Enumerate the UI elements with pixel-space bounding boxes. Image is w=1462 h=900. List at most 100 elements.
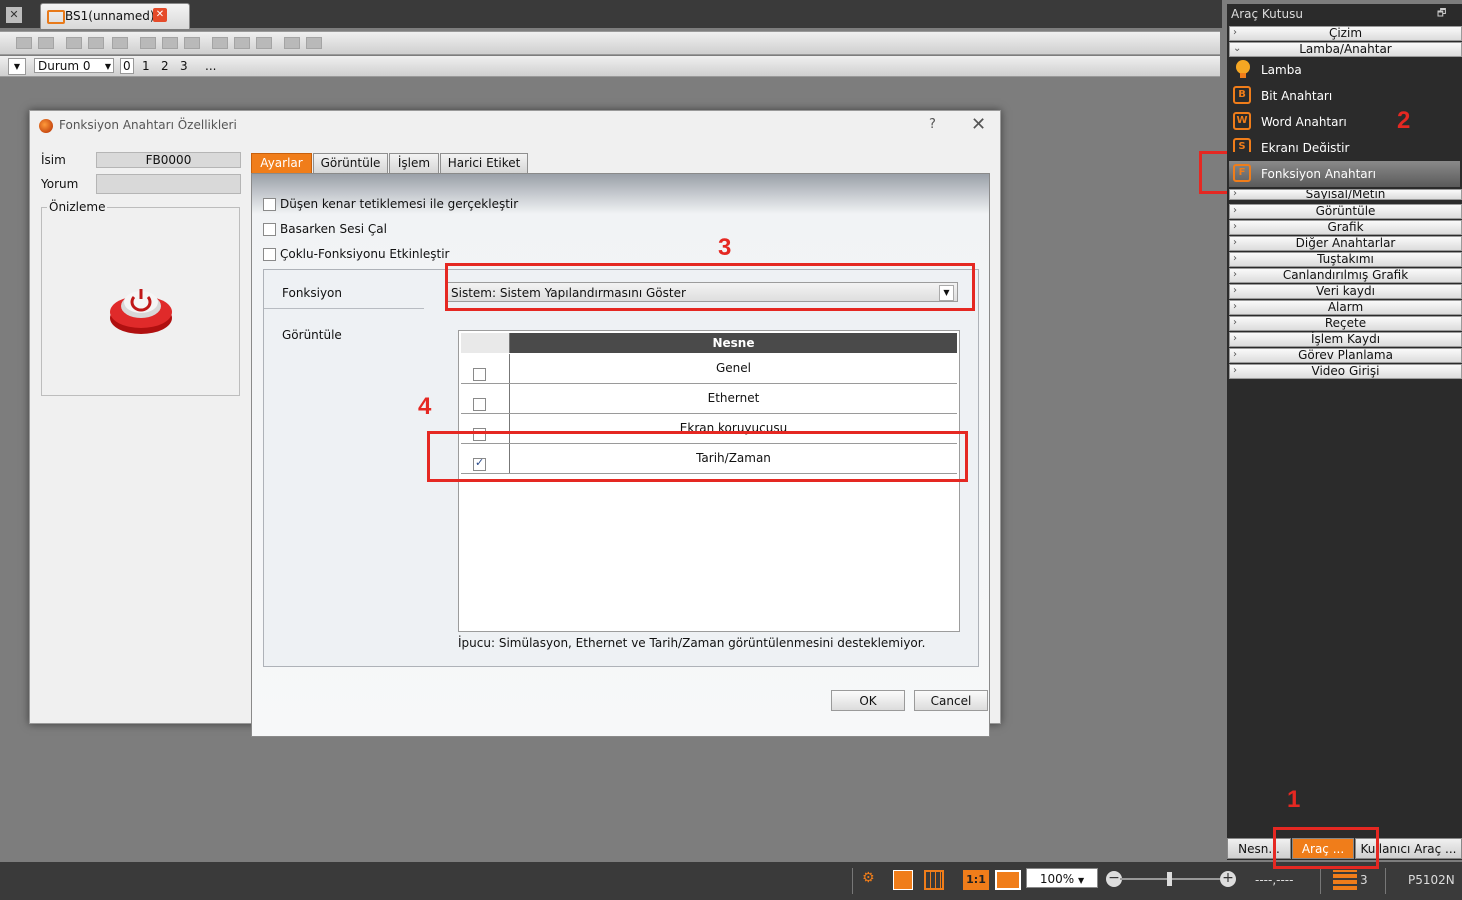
tool-lamba[interactable]: Lamba bbox=[1229, 57, 1460, 83]
rotate-icon[interactable] bbox=[284, 37, 300, 49]
layer-count: 3 bbox=[1360, 873, 1368, 887]
tab-islem[interactable]: İşlem bbox=[389, 153, 439, 173]
cursor-coordinates: ----,---- bbox=[1255, 873, 1294, 887]
category-diger-anahtarlar[interactable]: › Diğer Anahtarlar bbox=[1229, 236, 1462, 251]
category-label: Grafik bbox=[1327, 220, 1364, 234]
chevron-right-icon: › bbox=[1233, 269, 1237, 280]
align-left-icon[interactable] bbox=[16, 37, 32, 49]
state-toolbar: ▼ Durum 0 ▼ 0 1 2 3 ... bbox=[0, 56, 1220, 77]
device-model: P5102N bbox=[1408, 873, 1455, 887]
ok-button[interactable]: OK bbox=[831, 690, 905, 711]
same-width-icon[interactable] bbox=[162, 37, 178, 49]
chevron-right-icon: › bbox=[1233, 301, 1237, 312]
category-tustakimi[interactable]: › Tuştakımı bbox=[1229, 252, 1462, 267]
category-goruntule[interactable]: › Görüntüle bbox=[1229, 204, 1462, 219]
snap-icon[interactable]: ⚙ bbox=[862, 870, 882, 890]
annotation-number-3: 3 bbox=[718, 234, 732, 261]
category-lamba-anahtar[interactable]: ⌄ Lamba/Anahtar bbox=[1229, 42, 1462, 57]
tool-label: Fonksiyon Anahtarı bbox=[1261, 167, 1376, 181]
zoom-in-icon[interactable]: + bbox=[1220, 871, 1236, 887]
category-label: Canlandırılmış Grafik bbox=[1282, 268, 1409, 282]
close-tab-icon[interactable]: ✕ bbox=[153, 8, 167, 22]
function-switch-icon: F bbox=[1233, 164, 1251, 182]
divider bbox=[264, 308, 424, 309]
list-item-genel[interactable]: Genel bbox=[461, 354, 957, 384]
tab-goruntule[interactable]: Görüntüle bbox=[313, 153, 388, 173]
cancel-button[interactable]: Cancel bbox=[914, 690, 988, 711]
category-cizim[interactable]: › Çizim bbox=[1229, 26, 1462, 41]
actual-size-icon[interactable]: 1:1 bbox=[963, 870, 989, 890]
flip-icon[interactable] bbox=[306, 37, 322, 49]
zoom-dropdown[interactable]: 100% ▼ bbox=[1026, 868, 1098, 888]
multi-function-checkbox[interactable] bbox=[263, 248, 276, 261]
dialog-title: Fonksiyon Anahtarı Özellikleri bbox=[59, 118, 237, 132]
help-button[interactable]: ? bbox=[929, 117, 936, 132]
tool-label: Bit Anahtarı bbox=[1261, 89, 1333, 103]
tab-ayarlar[interactable]: Ayarlar bbox=[251, 153, 312, 173]
magnet-icon[interactable] bbox=[893, 870, 913, 890]
play-sound-checkbox[interactable] bbox=[263, 223, 276, 236]
list-header-check-column bbox=[461, 333, 510, 353]
chevron-down-icon: ▼ bbox=[104, 62, 111, 71]
category-gorev-planlama[interactable]: › Görev Planlama bbox=[1229, 348, 1462, 363]
group-icon[interactable] bbox=[256, 37, 272, 49]
category-canlandirilmis-grafik[interactable]: › Canlandırılmış Grafik bbox=[1229, 268, 1462, 283]
state-number-1[interactable]: 1 bbox=[142, 59, 150, 73]
toolbox-title: Araç Kutusu bbox=[1231, 7, 1303, 21]
category-label: Veri kaydı bbox=[1316, 284, 1375, 298]
state-more[interactable]: ... bbox=[205, 59, 216, 73]
category-recete[interactable]: › Reçete bbox=[1229, 316, 1462, 331]
category-sayisal-metin[interactable]: › Sayısal/Metin bbox=[1229, 189, 1462, 200]
align-top-icon[interactable] bbox=[88, 37, 104, 49]
grid-icon[interactable] bbox=[924, 870, 944, 890]
layers-icon[interactable] bbox=[1333, 870, 1357, 890]
category-label: Video Girişi bbox=[1311, 364, 1380, 378]
annotation-box-3 bbox=[445, 263, 975, 311]
list-item-ethernet[interactable]: Ethernet bbox=[461, 384, 957, 414]
falling-edge-checkbox[interactable] bbox=[263, 198, 276, 211]
pin-icon[interactable]: 🗗 bbox=[1437, 6, 1446, 23]
name-field[interactable]: FB0000 bbox=[96, 152, 241, 168]
align-bottom-icon[interactable] bbox=[140, 37, 156, 49]
ethernet-checkbox[interactable] bbox=[473, 398, 486, 411]
zoom-slider-thumb[interactable] bbox=[1167, 872, 1172, 886]
tool-word-anahtari[interactable]: W Word Anahtarı bbox=[1229, 109, 1460, 135]
category-video-girisi[interactable]: › Video Girişi bbox=[1229, 364, 1462, 379]
falling-edge-label: Düşen kenar tetiklemesi ile gerçekleştir bbox=[280, 197, 519, 211]
hint-text: İpucu: Simülasyon, Ethernet ve Tarih/Zam… bbox=[458, 636, 926, 650]
close-all-icon[interactable]: ✕ bbox=[6, 7, 22, 23]
state-number-0[interactable]: 0 bbox=[120, 58, 134, 74]
tool-fonksiyon-anahtari[interactable]: F Fonksiyon Anahtarı bbox=[1229, 161, 1460, 187]
chevron-right-icon: › bbox=[1233, 253, 1237, 264]
tab-harici-etiket[interactable]: Harici Etiket bbox=[440, 153, 528, 173]
state-dropdown[interactable]: Durum 0 ▼ bbox=[34, 58, 114, 73]
category-label: Görev Planlama bbox=[1298, 348, 1393, 362]
tool-bit-anahtari[interactable]: B Bit Anahtarı bbox=[1229, 83, 1460, 109]
align-center-icon[interactable] bbox=[38, 37, 54, 49]
chevron-right-icon: › bbox=[1233, 221, 1237, 232]
category-islem-kaydi[interactable]: › İşlem Kaydı bbox=[1229, 332, 1462, 347]
category-grafik[interactable]: › Grafik bbox=[1229, 220, 1462, 235]
tool-label: Ekranı Değiştir bbox=[1261, 141, 1350, 152]
distribute-h-icon[interactable] bbox=[212, 37, 228, 49]
state-number-2[interactable]: 2 bbox=[161, 59, 169, 73]
distribute-v-icon[interactable] bbox=[234, 37, 250, 49]
document-tab[interactable]: BS1(unnamed) ✕ bbox=[40, 3, 190, 29]
comment-field[interactable] bbox=[96, 174, 241, 194]
category-veri-kaydi[interactable]: › Veri kaydı bbox=[1229, 284, 1462, 299]
category-label: Tuştakımı bbox=[1317, 252, 1374, 266]
genel-checkbox[interactable] bbox=[473, 368, 486, 381]
function-switch-properties-dialog: Fonksiyon Anahtarı Özellikleri ? ✕ İsim … bbox=[29, 110, 1001, 737]
chevron-right-icon: › bbox=[1233, 365, 1237, 376]
same-height-icon[interactable] bbox=[184, 37, 200, 49]
align-right-icon[interactable] bbox=[66, 37, 82, 49]
chevron-right-icon: › bbox=[1233, 27, 1237, 38]
align-middle-icon[interactable] bbox=[112, 37, 128, 49]
tool-ekrani-degistir[interactable]: S Ekranı Değiştir bbox=[1229, 135, 1460, 152]
state-number-3[interactable]: 3 bbox=[180, 59, 188, 73]
layer-dropdown[interactable]: ▼ bbox=[8, 58, 26, 75]
close-button[interactable]: ✕ bbox=[971, 114, 986, 135]
fit-screen-icon[interactable] bbox=[995, 870, 1021, 890]
category-label: Lamba/Anahtar bbox=[1299, 42, 1392, 56]
category-alarm[interactable]: › Alarm bbox=[1229, 300, 1462, 315]
